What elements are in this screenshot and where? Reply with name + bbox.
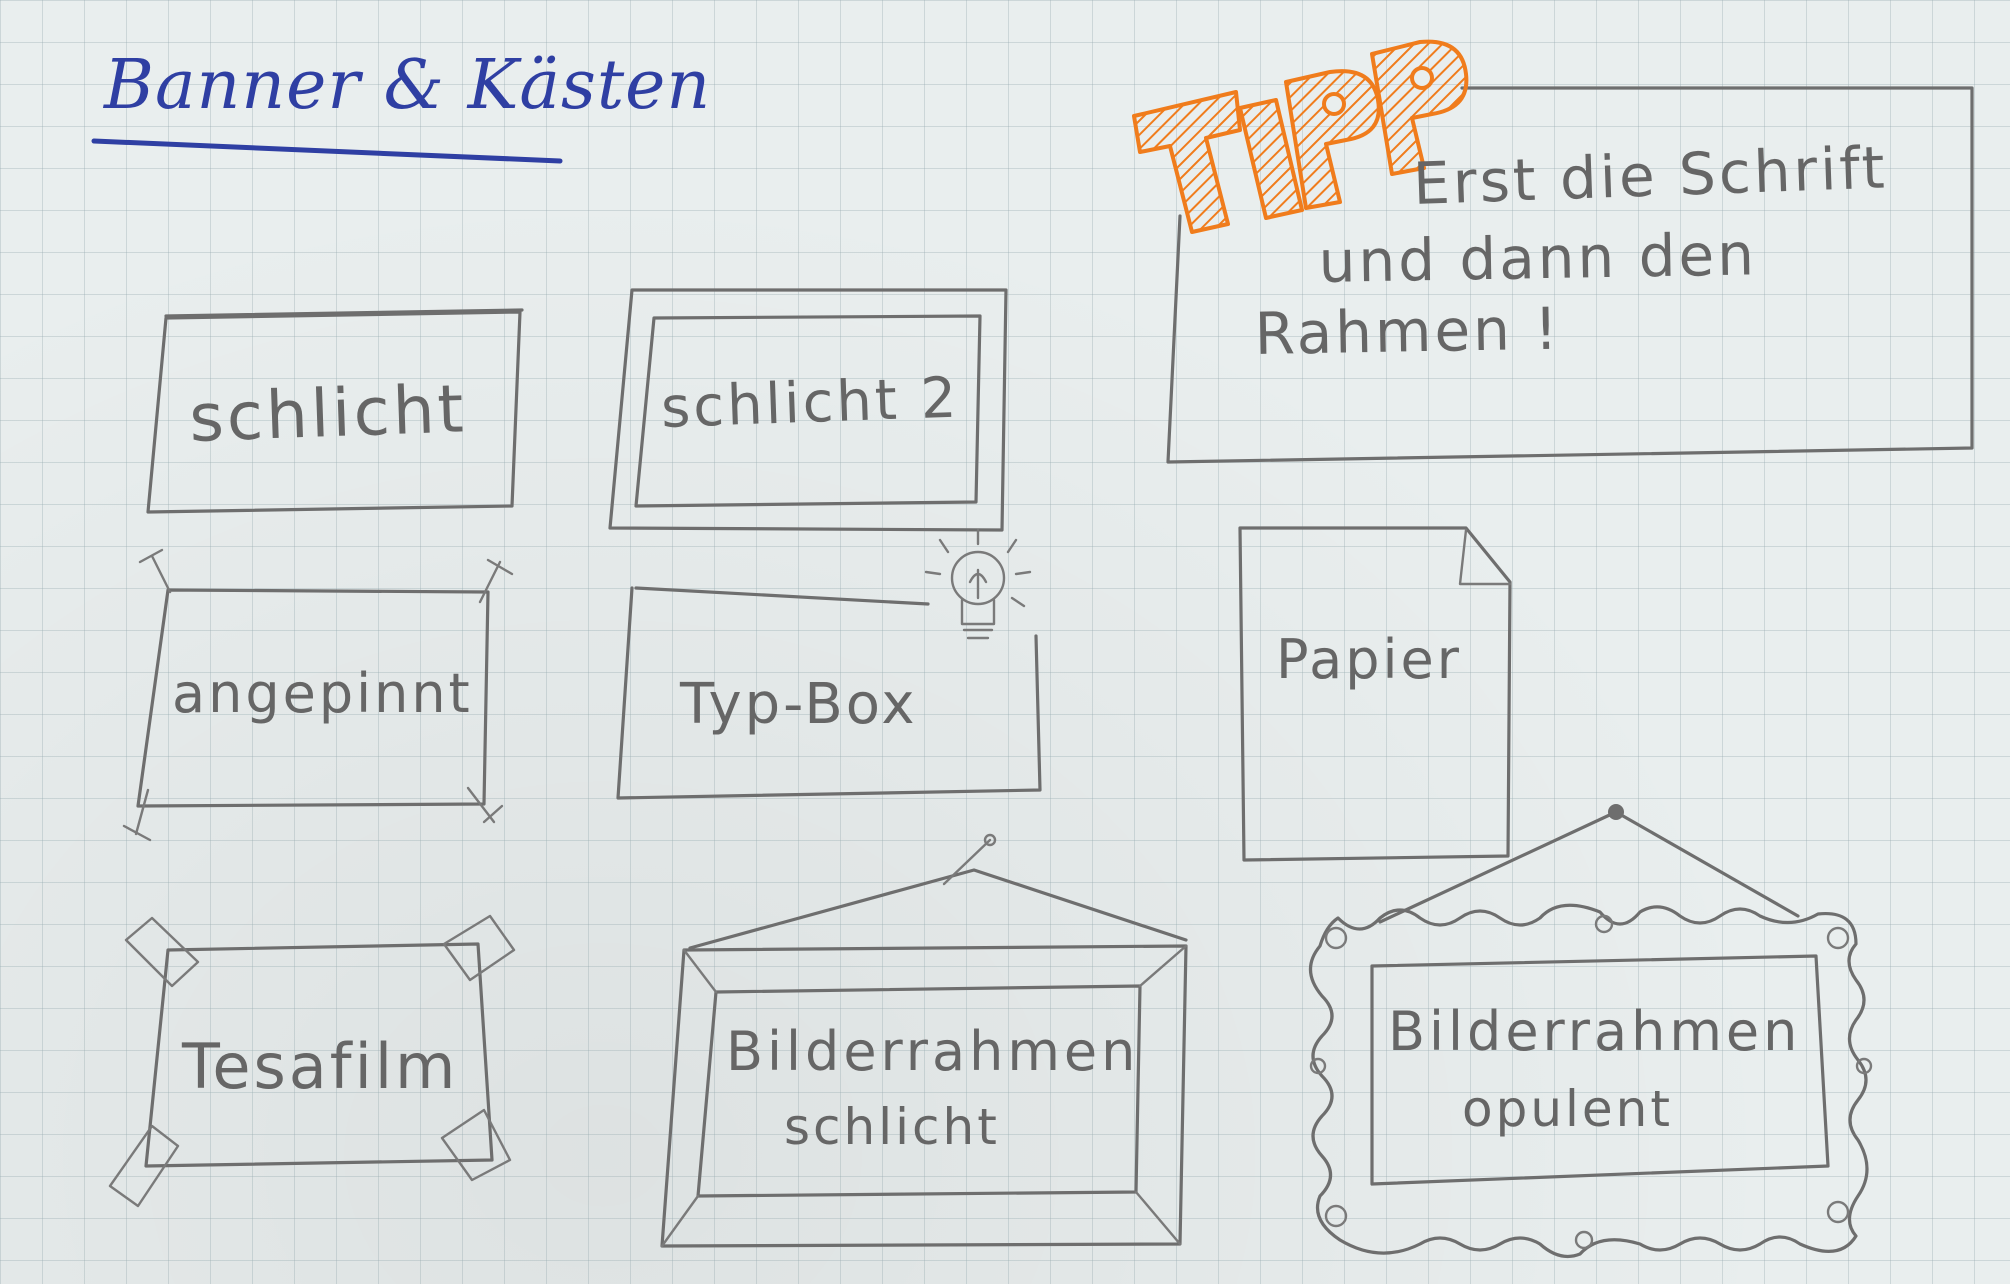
box-papier-frame bbox=[1238, 526, 1512, 862]
tip-line-3: Rahmen ! bbox=[1254, 294, 1562, 368]
label-bilderrahmen-schlicht-2: schlicht bbox=[784, 1098, 1000, 1156]
frame-opulent-inner bbox=[1370, 954, 1830, 1186]
label-typbox: Typ-Box bbox=[680, 672, 918, 737]
nail-icon bbox=[1608, 804, 1624, 820]
label-schlicht: schlicht bbox=[188, 370, 468, 457]
label-bilderrahmen-schlicht-1: Bilderrahmen bbox=[726, 1020, 1140, 1083]
box-papier-fold bbox=[1458, 528, 1512, 586]
page-title: Banner & Kästen bbox=[104, 46, 712, 125]
frame-schlicht-inner bbox=[696, 984, 1142, 1198]
label-papier: Papier bbox=[1276, 628, 1462, 691]
title-underline bbox=[91, 138, 563, 164]
lightbulb-icon bbox=[924, 528, 1032, 640]
frame-schlicht-hanger bbox=[688, 868, 1188, 950]
label-schlicht-2: schlicht 2 bbox=[660, 365, 961, 441]
label-angepinnt: angepinnt bbox=[172, 662, 473, 725]
frame-opulent-hanger bbox=[1378, 810, 1800, 924]
nail-icon bbox=[942, 833, 997, 886]
tip-line-2: und dann den bbox=[1318, 220, 1758, 296]
label-bilderrahmen-opulent-1: Bilderrahmen bbox=[1388, 1000, 1802, 1063]
label-bilderrahmen-opulent-2: opulent bbox=[1462, 1080, 1673, 1138]
label-tesafilm: Tesafilm bbox=[182, 1030, 459, 1103]
